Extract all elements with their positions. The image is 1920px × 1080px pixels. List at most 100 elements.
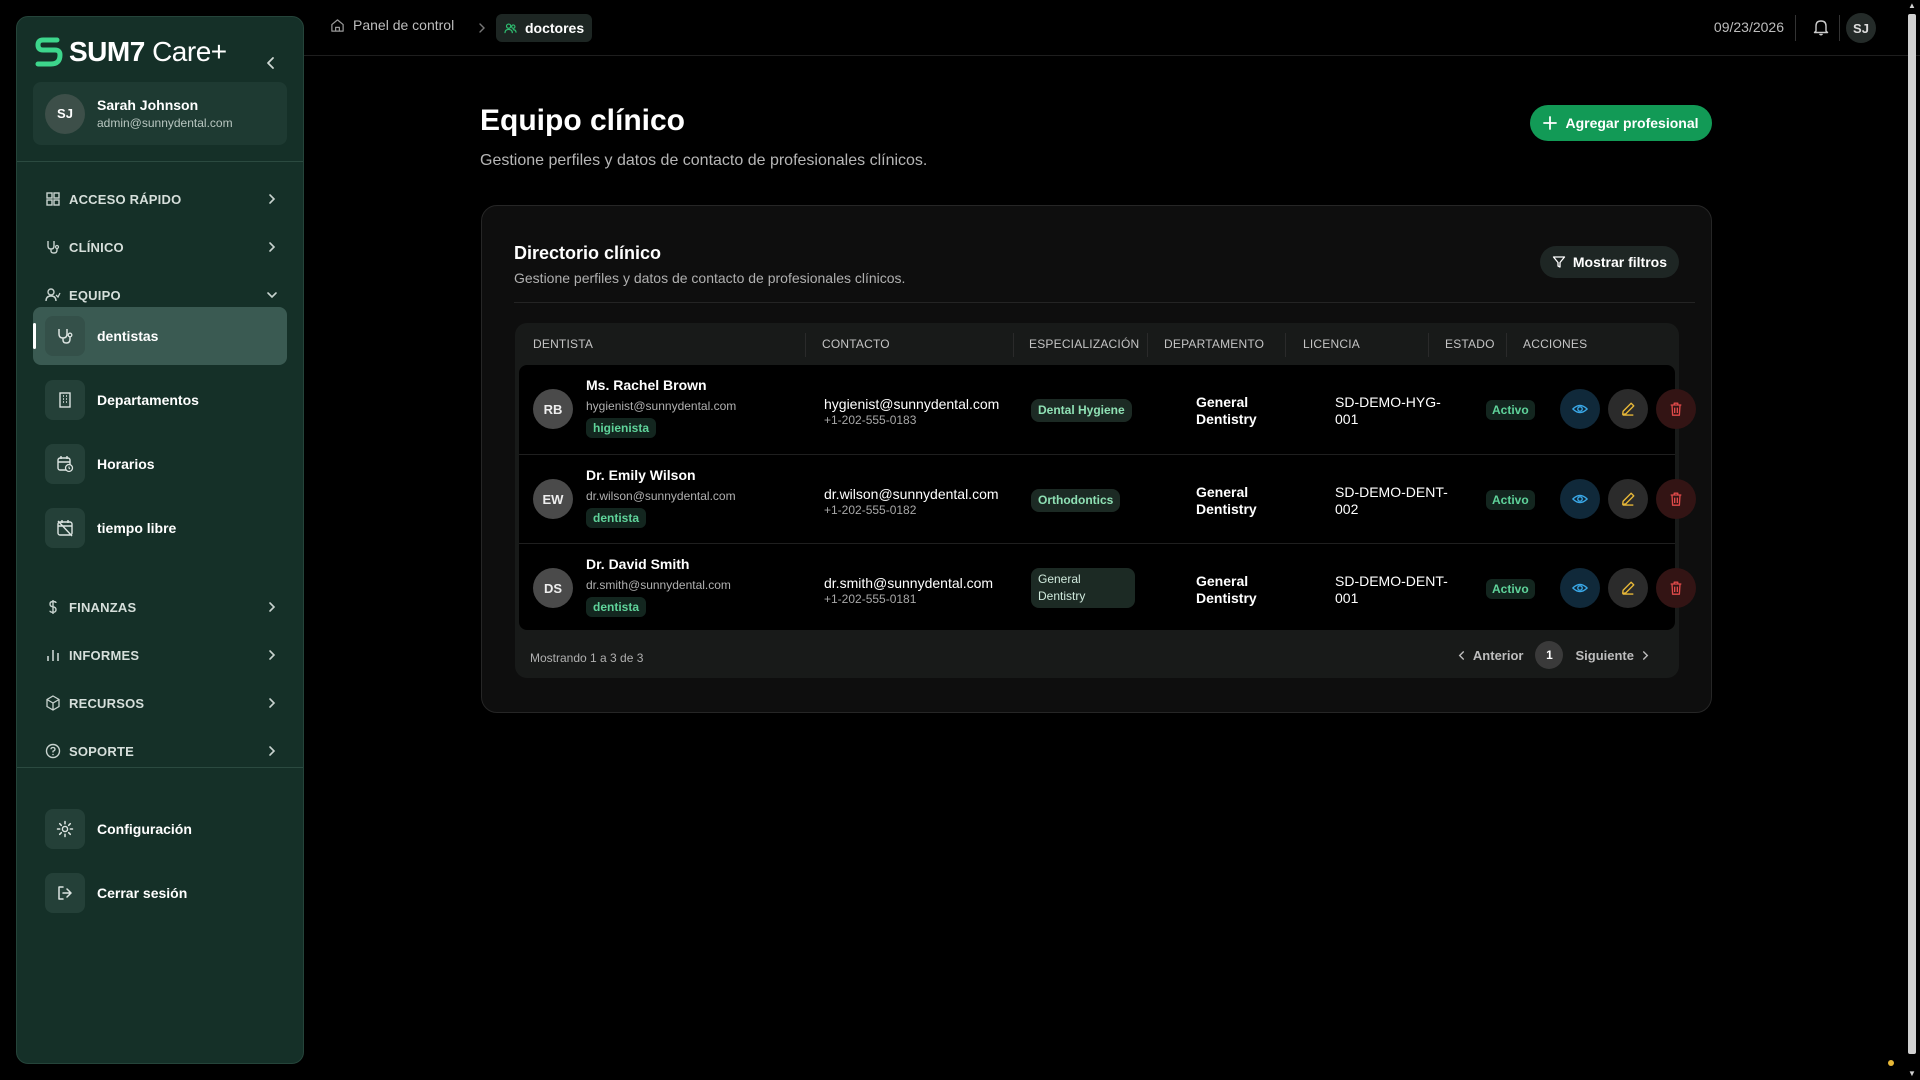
pencil-icon <box>1622 581 1635 595</box>
nav-section-label: CLÍNICO <box>69 239 124 255</box>
divider <box>17 161 303 162</box>
department: General Dentistry <box>1196 484 1257 517</box>
filter-icon <box>1552 256 1566 268</box>
grid-icon <box>46 192 60 206</box>
chevron-right-icon <box>269 242 276 252</box>
sidebar-item-label: dentistas <box>97 328 159 344</box>
nav-section-support[interactable]: SOPORTE <box>45 739 295 763</box>
trash-icon <box>1670 492 1682 506</box>
column-divider <box>1013 333 1014 357</box>
clinician-name: Ms. Rachel Brown <box>586 377 707 393</box>
edit-button[interactable] <box>1608 568 1648 608</box>
user-email: admin@sunnydental.com <box>97 116 233 130</box>
sidebar-item-schedules[interactable]: Horarios <box>33 435 287 493</box>
avatar: DS <box>533 568 573 608</box>
page-number-button[interactable]: 1 <box>1535 641 1564 669</box>
table-row[interactable]: EW Dr. Emily Wilson dr.wilson@sunnydenta… <box>519 454 1696 543</box>
clinician-name: Dr. David Smith <box>586 556 690 572</box>
column-divider <box>1147 333 1148 357</box>
avatar: RB <box>533 389 573 429</box>
column-header-status[interactable]: ESTADO <box>1445 337 1495 351</box>
top-bar: Panel de control doctores 09/23/2026 SJ … <box>304 0 1920 1054</box>
show-filters-label: Mostrar filtros <box>1572 254 1667 270</box>
view-button[interactable] <box>1560 389 1600 429</box>
active-indicator <box>33 323 36 349</box>
user-menu-avatar[interactable]: SJ <box>1846 13 1876 43</box>
table-row[interactable]: DS Dr. David Smith dr.smith@sunnydental.… <box>519 543 1696 632</box>
nav-section-finance[interactable]: FINANZAS <box>45 595 295 619</box>
sidebar-item-logout[interactable]: Cerrar sesión <box>33 864 287 922</box>
status-badge: Activo <box>1486 400 1535 420</box>
home-icon <box>331 18 344 32</box>
divider <box>1839 15 1840 41</box>
role-badge: dentista <box>586 597 647 617</box>
sidebar: SUM7 Care+ SJ Sarah Johnson admin@sunnyd… <box>16 16 304 1064</box>
clinician-name: Dr. Emily Wilson <box>586 467 696 483</box>
edit-button[interactable] <box>1608 479 1648 519</box>
delete-button[interactable] <box>1656 479 1696 519</box>
contact-phone: +1-202-555-0182 <box>824 503 917 517</box>
add-professional-button[interactable]: Agregar profesional <box>1530 105 1712 141</box>
department: General Dentistry <box>1196 573 1257 606</box>
pencil-icon <box>1622 402 1635 416</box>
brand-name: SUM7 Care+ <box>69 36 227 67</box>
view-button[interactable] <box>1560 568 1600 608</box>
table-row[interactable]: RB Ms. Rachel Brown hygienist@sunnydenta… <box>519 365 1696 454</box>
specialization-badge: Dental Hygiene <box>1031 399 1132 422</box>
view-button[interactable] <box>1560 479 1600 519</box>
column-header-department[interactable]: DEPARTAMENTO <box>1164 337 1264 351</box>
pagination-info: Mostrando 1 a 3 de 3 <box>530 651 644 665</box>
plus-icon <box>1543 116 1558 130</box>
previous-page-button[interactable]: Anterior <box>1456 647 1524 663</box>
brand[interactable]: SUM7 Care+ <box>35 35 227 69</box>
breadcrumb-home[interactable]: Panel de control <box>330 17 454 33</box>
contact-email: dr.smith@sunnydental.com <box>824 575 994 591</box>
scroll-up-arrow[interactable]: ▲ <box>1908 2 1916 10</box>
sidebar-item-label: tiempo libre <box>97 520 177 536</box>
chevron-left-icon <box>1458 650 1464 660</box>
package-icon <box>46 695 60 711</box>
next-page-button[interactable]: Siguiente <box>1575 648 1651 663</box>
column-header-specialization[interactable]: ESPECIALIZACIÓN <box>1029 337 1139 351</box>
show-filters-button[interactable]: Mostrar filtros <box>1539 246 1679 278</box>
nav-section-reports[interactable]: INFORMES <box>45 643 295 667</box>
previous-page-label: Anterior <box>1472 647 1524 663</box>
user-card[interactable]: SJ Sarah Johnson admin@sunnydental.com <box>33 82 287 145</box>
nav-section-team[interactable]: EQUIPO <box>45 283 295 307</box>
column-header-dentist[interactable]: DENTISTA <box>533 337 593 351</box>
add-professional-label: Agregar profesional <box>1565 115 1699 131</box>
eye-icon <box>1572 404 1588 414</box>
scroll-down-arrow[interactable]: ▼ <box>1908 1070 1916 1078</box>
eye-icon <box>1572 494 1588 504</box>
breadcrumb-current[interactable]: doctores <box>496 14 593 42</box>
clinicians-table: DENTISTA CONTACTO ESPECIALIZACIÓN DEPART… <box>515 323 1696 678</box>
sidebar-item-settings[interactable]: Configuración <box>33 800 287 858</box>
column-header-actions: ACCIONES <box>1523 337 1588 351</box>
sidebar-item-dentists[interactable]: dentistas <box>33 307 287 365</box>
breadcrumb-home-label: Panel de control <box>353 17 455 33</box>
nav-section-label: ACCESO RÁPIDO <box>69 191 182 207</box>
contact-email: hygienist@sunnydental.com <box>824 396 1000 412</box>
sidebar-item-time-off[interactable]: tiempo libre <box>33 499 287 557</box>
collapse-sidebar-icon[interactable] <box>263 55 279 71</box>
delete-button[interactable] <box>1656 389 1696 429</box>
gear-icon <box>45 809 85 849</box>
nav-section-resources[interactable]: RECURSOS <box>45 691 295 715</box>
nav-section-label: SOPORTE <box>69 743 134 759</box>
sidebar-item-departments[interactable]: Departamentos <box>33 371 287 429</box>
nav-section-quick-access[interactable]: ACCESO RÁPIDO <box>45 187 295 211</box>
chevron-right-icon <box>1642 650 1649 660</box>
edit-button[interactable] <box>1608 389 1648 429</box>
help-circle-icon <box>45 743 61 759</box>
nav-section-clinical[interactable]: CLÍNICO <box>45 235 295 259</box>
stethoscope-icon <box>45 316 85 356</box>
chevron-right-icon <box>269 194 276 204</box>
column-divider <box>1285 333 1286 357</box>
scrollbar[interactable] <box>1908 14 1916 1054</box>
column-header-license[interactable]: LICENCIA <box>1303 337 1360 351</box>
delete-button[interactable] <box>1656 568 1696 608</box>
column-header-contact[interactable]: CONTACTO <box>822 337 890 351</box>
avatar: EW <box>533 479 573 519</box>
bell-icon[interactable] <box>1812 18 1830 36</box>
logout-icon <box>45 873 85 913</box>
